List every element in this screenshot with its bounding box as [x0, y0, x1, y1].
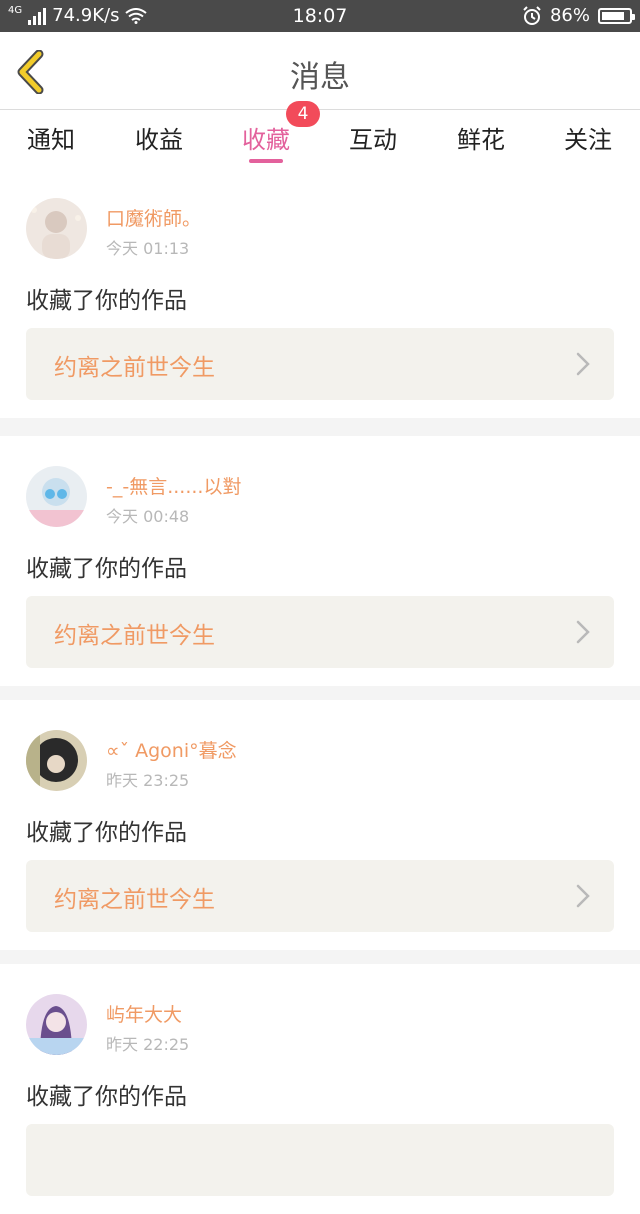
- username[interactable]: ∝ˇ Agoni°暮念: [106, 736, 237, 763]
- active-tab-indicator: [249, 159, 283, 163]
- work-title: 约离之前世今生: [54, 355, 215, 381]
- timestamp: 昨天 22:25: [106, 1035, 190, 1054]
- tab-interaction[interactable]: 互动: [328, 120, 418, 155]
- message-card: -_-無言......以對 今天 00:48 收藏了你的作品 约离之前世今生: [0, 436, 640, 686]
- unread-badge: 4: [286, 101, 320, 127]
- status-right: 86%: [522, 0, 635, 32]
- page-title: 消息: [290, 60, 350, 95]
- avatar-image: [26, 198, 87, 259]
- avatar[interactable]: [26, 466, 87, 527]
- battery-percent: 86%: [549, 5, 590, 26]
- nav-bar: 消息: [0, 32, 640, 110]
- work-link[interactable]: 约离之前世今生: [26, 596, 614, 668]
- message-card: ∝ˇ Agoni°暮念 昨天 23:25 收藏了你的作品 约离之前世今生: [0, 700, 640, 950]
- work-link[interactable]: [26, 1124, 614, 1196]
- tab-flowers[interactable]: 鲜花: [436, 120, 526, 155]
- timestamp: 今天 01:13: [106, 239, 190, 258]
- avatar-image: [26, 466, 87, 527]
- work-title: 约离之前世今生: [54, 623, 215, 649]
- avatar-image: [26, 994, 87, 1055]
- avatar[interactable]: [26, 730, 87, 791]
- message-card: 屿年大大 昨天 22:25 收藏了你的作品: [0, 964, 640, 1214]
- tab-bar: 通知 收益 收藏 互动 鲜花 关注 4: [0, 101, 640, 168]
- battery-icon: [598, 8, 635, 24]
- tab-follow[interactable]: 关注: [543, 120, 633, 155]
- work-link[interactable]: 约离之前世今生: [26, 328, 614, 400]
- username[interactable]: -_-無言......以對: [106, 472, 241, 499]
- action-text: 收藏了你的作品: [26, 288, 187, 314]
- username[interactable]: 屿年大大: [106, 1000, 182, 1027]
- chevron-right-icon: [576, 352, 590, 376]
- alarm-icon: [523, 6, 541, 25]
- tab-earnings[interactable]: 收益: [114, 120, 204, 155]
- chevron-right-icon: [576, 884, 590, 908]
- action-text: 收藏了你的作品: [26, 1084, 187, 1110]
- work-link[interactable]: 约离之前世今生: [26, 860, 614, 932]
- message-card: 口魔術師。 今天 01:13 收藏了你的作品 约离之前世今生: [0, 168, 640, 418]
- battery-level: [602, 12, 624, 20]
- avatar-image: [26, 730, 87, 791]
- work-title: 约离之前世今生: [54, 887, 215, 913]
- action-text: 收藏了你的作品: [26, 820, 187, 846]
- username[interactable]: 口魔術師。: [106, 204, 201, 231]
- timestamp: 昨天 23:25: [106, 771, 190, 790]
- chevron-right-icon: [576, 620, 590, 644]
- avatar[interactable]: [26, 994, 87, 1055]
- avatar[interactable]: [26, 198, 87, 259]
- timestamp: 今天 00:48: [106, 507, 190, 526]
- tab-notice[interactable]: 通知: [6, 120, 96, 155]
- status-bar: 4G 74.9K/s 18:07 86%: [0, 0, 640, 32]
- action-text: 收藏了你的作品: [26, 556, 187, 582]
